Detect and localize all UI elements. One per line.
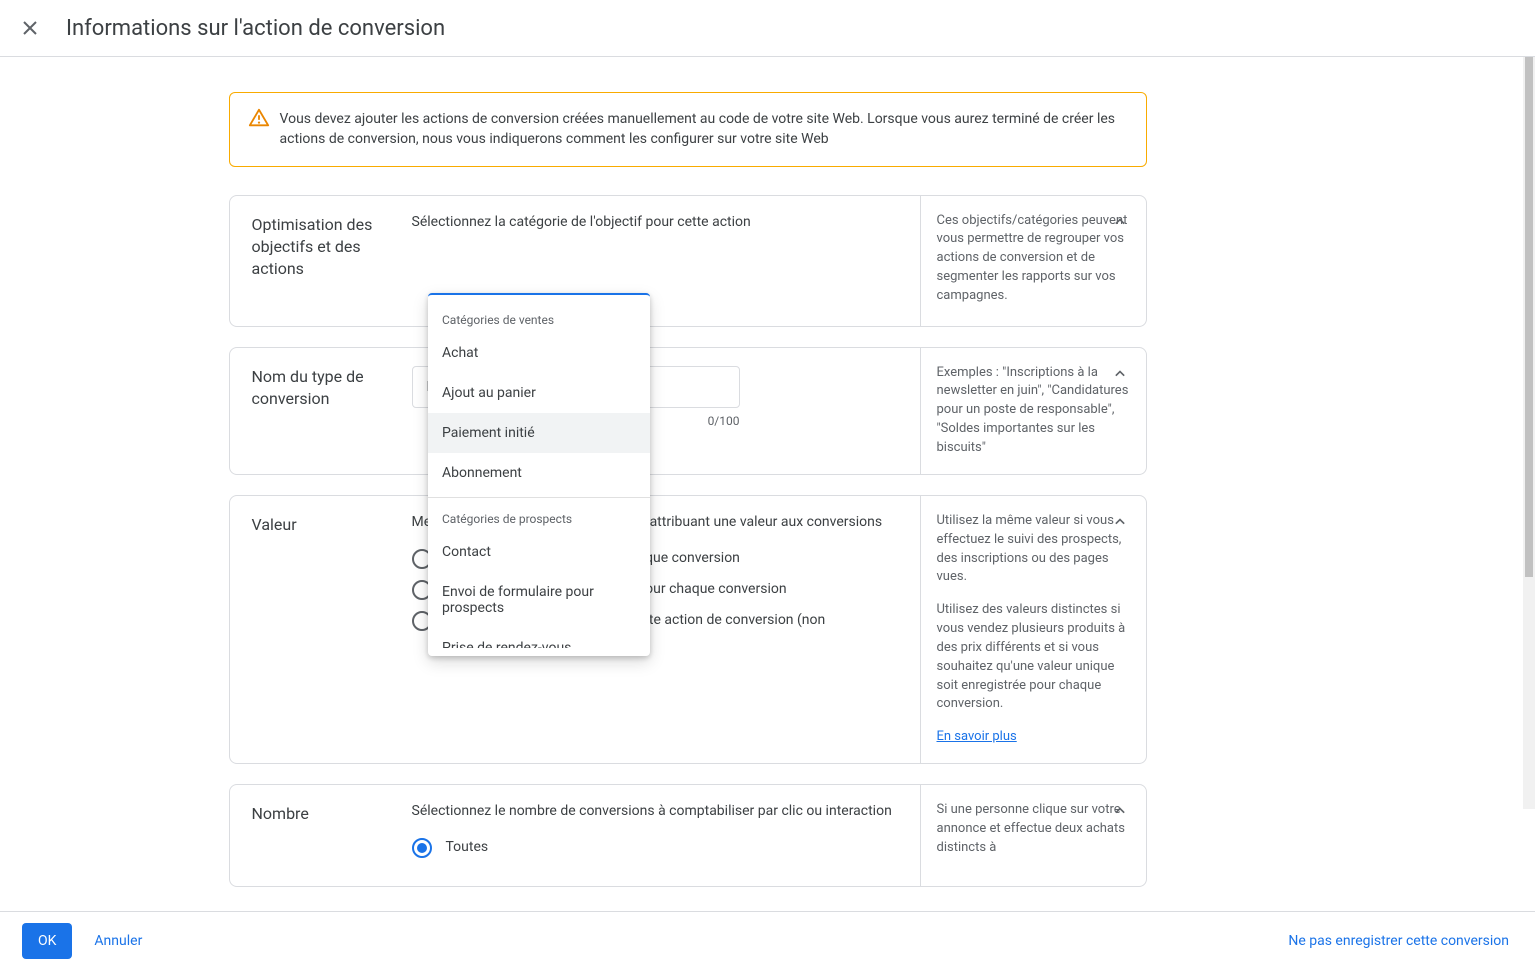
value-help-2: Utilisez des valeurs distinctes si vous … xyxy=(937,601,1130,714)
page-scrollbar-thumb[interactable] xyxy=(1525,57,1533,577)
count-prompt: Sélectionnez le nombre de conversions à … xyxy=(412,803,904,819)
close-icon[interactable] xyxy=(18,16,42,40)
page-title: Informations sur l'action de conversion xyxy=(66,16,445,41)
discard-button[interactable]: Ne pas enregistrer cette conversion xyxy=(1284,925,1513,957)
card-value: Valeur Mesurez l'impact de votre publici… xyxy=(229,495,1147,764)
card-title-value: Valeur xyxy=(230,496,412,763)
dropdown-item-rdv[interactable]: Prise de rendez-vous xyxy=(428,628,650,648)
cancel-button[interactable]: Annuler xyxy=(90,925,146,957)
value-help-1: Utilisez la même valeur si vous effectue… xyxy=(937,512,1130,587)
collapse-optimization[interactable] xyxy=(1108,210,1132,234)
warning-text: Vous devez ajouter les actions de conver… xyxy=(280,111,1116,147)
warning-icon xyxy=(248,107,270,129)
dropdown-item-paiement[interactable]: Paiement initié xyxy=(428,413,650,453)
dropdown-divider xyxy=(428,497,650,498)
card-title-optimization: Optimisation des objectifs et des action… xyxy=(230,196,412,326)
dropdown-group-sales: Catégories de ventes xyxy=(428,303,650,333)
optimization-prompt: Sélectionnez la catégorie de l'objectif … xyxy=(412,214,904,230)
dropdown-item-panier[interactable]: Ajout au panier xyxy=(428,373,650,413)
ok-button[interactable]: OK xyxy=(22,923,72,959)
collapse-count[interactable] xyxy=(1108,799,1132,823)
dropdown-item-abonnement[interactable]: Abonnement xyxy=(428,453,650,493)
collapse-name[interactable] xyxy=(1108,362,1132,386)
radio-icon-selected xyxy=(412,838,432,858)
card-count: Nombre Sélectionnez le nombre de convers… xyxy=(229,784,1147,887)
topbar: Informations sur l'action de conversion xyxy=(0,0,1535,57)
card-name: Nom du type de conversion Nom de la conv… xyxy=(229,347,1147,475)
page-scrollbar[interactable] xyxy=(1523,57,1535,809)
footer: OK Annuler Ne pas enregistrer cette conv… xyxy=(0,911,1535,969)
warning-banner: Vous devez ajouter les actions de conver… xyxy=(229,92,1147,167)
dropdown-item-contact[interactable]: Contact xyxy=(428,532,650,572)
value-learn-more-link[interactable]: En savoir plus xyxy=(937,729,1017,744)
dropdown-scroll[interactable]: Catégories de ventes Achat Ajout au pani… xyxy=(428,303,650,648)
radio-count-all[interactable]: Toutes xyxy=(412,837,904,858)
dropdown-item-achat[interactable]: Achat xyxy=(428,333,650,373)
card-title-count: Nombre xyxy=(230,785,412,886)
dropdown-group-prospects: Catégories de prospects xyxy=(428,502,650,532)
card-optimization: Optimisation des objectifs et des action… xyxy=(229,195,1147,327)
collapse-value[interactable] xyxy=(1108,510,1132,534)
radio-label: Toutes xyxy=(446,837,489,858)
dropdown-item-formulaire[interactable]: Envoi de formulaire pour prospects xyxy=(428,572,650,628)
category-dropdown: Catégories de ventes Achat Ajout au pani… xyxy=(428,293,650,656)
card-title-name: Nom du type de conversion xyxy=(230,348,412,474)
